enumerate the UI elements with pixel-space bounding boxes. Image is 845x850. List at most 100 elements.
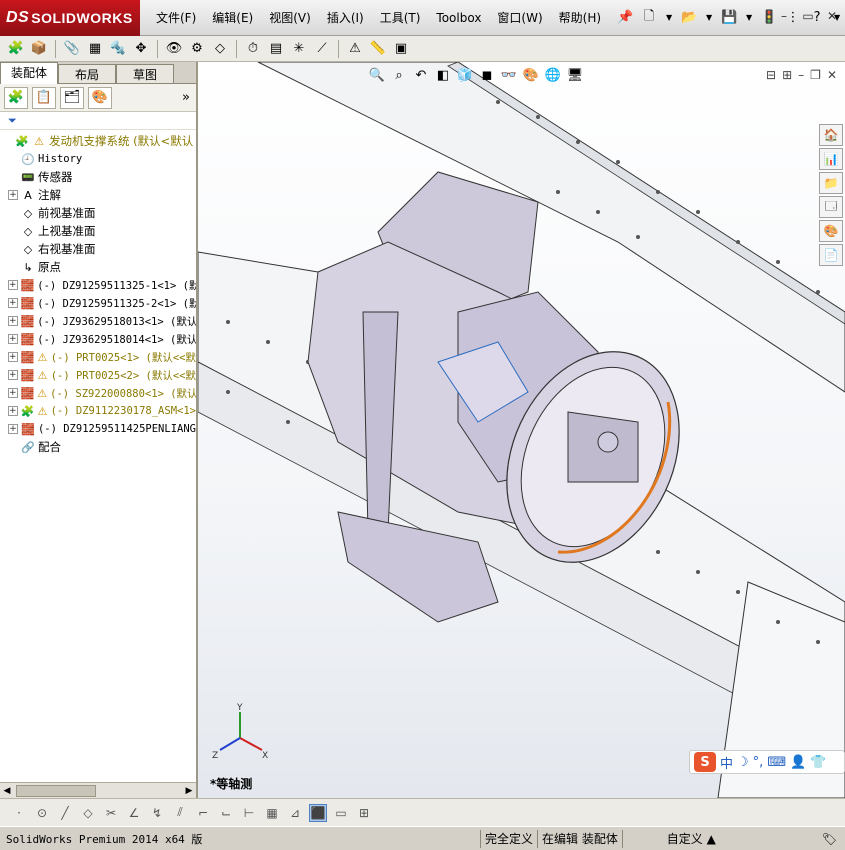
reference-geometry-icon[interactable]: ◇ [210, 39, 230, 59]
single-view-icon[interactable]: ▭ [332, 804, 350, 822]
menu-window[interactable]: 窗口(W) [489, 8, 550, 28]
double-chevron-right-icon[interactable]: » [182, 90, 190, 105]
four-view-icon[interactable]: ⊞ [355, 804, 373, 822]
restore-icon[interactable]: ❐ [810, 68, 821, 82]
scrollbar-thumb[interactable] [16, 784, 96, 797]
new-motion-study-icon[interactable]: ⏱ [243, 39, 263, 59]
zoom-area-icon[interactable]: ⌕ [390, 68, 408, 83]
point-icon[interactable]: · [10, 804, 28, 822]
design-library-icon[interactable]: 📊 [819, 148, 843, 170]
apply-scene-icon[interactable]: 🌐 [544, 68, 562, 83]
moon-icon[interactable]: ☽ [737, 755, 749, 770]
expand-toggle-icon[interactable]: + [8, 352, 18, 362]
relation-icon[interactable]: ⊿ [286, 804, 304, 822]
expand-toggle-icon[interactable]: + [8, 334, 18, 344]
expand-toggle-icon[interactable]: + [8, 406, 18, 416]
tab-assembly[interactable]: 装配体 [0, 62, 58, 84]
ime-mode[interactable]: 中 [720, 753, 733, 772]
tree-node[interactable]: + 🧱 (-) JZ93629518013<1> (默认 [0, 312, 196, 330]
shaded-view-icon[interactable]: ⬛ [309, 803, 327, 822]
display-manager-icon[interactable]: 🎨 [88, 86, 112, 109]
file-explorer-icon[interactable]: 📁 [819, 172, 843, 194]
tree-node[interactable]: + 🧩 ⚠ (-) DZ9112230178_ASM<1> [0, 402, 196, 420]
tree-node[interactable]: + 🧱 (-) DZ91259511325-2<1> (默 [0, 294, 196, 312]
tree-filter[interactable]: ⏷ [0, 112, 196, 130]
configuration-manager-icon[interactable]: 🗂 [60, 86, 84, 109]
open-folder-icon[interactable]: 📂 [679, 8, 699, 28]
pin-icon[interactable]: 📌 [615, 8, 635, 28]
tree-node[interactable]: ◇ 前视基准面 [0, 204, 196, 222]
linear-pattern-icon[interactable]: ▦ [85, 39, 105, 59]
tree-node[interactable]: + 🧱 ⚠ (-) SZ922000880<1> (默认 [0, 384, 196, 402]
grid-icon[interactable]: ▦ [263, 804, 281, 822]
appearances-icon[interactable]: 🎨 [819, 220, 843, 242]
filter-icon[interactable]: ⏷ [8, 114, 17, 128]
explode-line-sketch-icon[interactable]: ⟋ [312, 39, 332, 59]
solidworks-logo[interactable]: DS SOLIDWORKS [0, 0, 140, 36]
scroll-left-icon[interactable]: ◀ [0, 786, 14, 796]
instant3d-icon[interactable]: ▣ [391, 39, 411, 59]
previous-view-icon[interactable]: ↶ [412, 68, 430, 83]
maximize-icon[interactable]: ▭ [799, 8, 817, 24]
tab-sketch[interactable]: 草图 [116, 64, 174, 83]
mirror-icon[interactable]: ⫽ [171, 804, 189, 822]
save-icon[interactable]: 💾 [719, 8, 739, 28]
feature-manager-tree-icon[interactable]: 🧩 [4, 86, 28, 109]
split-icon[interactable]: ⊞ [782, 68, 792, 82]
chevron-down-icon[interactable]: ▼ [743, 8, 755, 28]
tree-node[interactable]: + 🧱 (-) DZ91259511325-1<1> (默 [0, 276, 196, 294]
move-component-icon[interactable]: ✥ [131, 39, 151, 59]
expand-toggle-icon[interactable]: + [8, 190, 18, 200]
tag-icon[interactable]: 🏷 [822, 832, 837, 846]
tree-node[interactable]: + 🧱 (-) JZ93629518014<1> (默认 [0, 330, 196, 348]
menu-toolbox[interactable]: Toolbox [428, 8, 489, 28]
tree-node[interactable]: 🧩 ⚠ 发动机支撑系统 (默认<默认 [0, 132, 196, 150]
assembly-model[interactable] [198, 62, 845, 798]
show-hidden-icon[interactable]: 👁 [164, 39, 184, 59]
chevron-down-icon[interactable]: ▼ [703, 8, 715, 28]
tree-node[interactable]: 🕘 History [0, 150, 196, 168]
sogou-logo-icon[interactable]: S [694, 752, 716, 772]
expand-toggle-icon[interactable]: + [8, 280, 18, 290]
expand-toggle-icon[interactable]: + [8, 298, 18, 308]
horizontal-scrollbar[interactable]: ◀ ▶ [0, 782, 196, 798]
angle-icon[interactable]: ∠ [125, 804, 143, 822]
tree-node[interactable]: + 🧱 ⚠ (-) PRT0025<1> (默认<<默 [0, 348, 196, 366]
expand-toggle-icon[interactable]: + [8, 388, 18, 398]
property-manager-icon[interactable]: 📋 [32, 86, 56, 109]
dimension-icon[interactable]: ⊢ [240, 804, 258, 822]
view-orientation-icon[interactable]: 🧊 [456, 68, 474, 83]
tab-layout[interactable]: 布局 [58, 64, 116, 83]
chamfer-icon[interactable]: ⌙ [217, 804, 235, 822]
keyboard-icon[interactable]: ⌨ [767, 755, 786, 770]
expand-toggle-icon[interactable]: + [8, 316, 18, 326]
minimize-icon[interactable]: – [775, 8, 793, 24]
menu-help[interactable]: 帮助(H) [551, 8, 609, 28]
tree-node[interactable]: ↳ 原点 [0, 258, 196, 276]
menu-view[interactable]: 视图(V) [261, 8, 319, 28]
mate-icon[interactable]: 📎 [62, 39, 82, 59]
expand-toggle-icon[interactable]: + [8, 370, 18, 380]
user-icon[interactable]: 👤 [790, 755, 806, 770]
circle-icon[interactable]: ⊙ [33, 804, 51, 822]
tree-node[interactable]: 🔗 配合 [0, 438, 196, 456]
polygon-icon[interactable]: ◇ [79, 804, 97, 822]
tree-node[interactable]: + 🧱 ⚠ (-) PRT0025<2> (默认<<默 [0, 366, 196, 384]
edit-component-icon[interactable]: 🧩 [6, 39, 26, 59]
expand-toggle-icon[interactable]: + [8, 424, 18, 434]
interference-detection-icon[interactable]: ⚠ [345, 39, 365, 59]
view-palette-icon[interactable]: 🗔 [819, 196, 843, 218]
trim-icon[interactable]: ✂ [102, 804, 120, 822]
punctuation-icon[interactable]: °, [753, 755, 764, 770]
tree-node[interactable]: + 🧱 (-) DZ91259511425PENLIANG [0, 420, 196, 438]
view-settings-icon[interactable]: 🖥 [566, 68, 584, 83]
chevron-down-icon[interactable]: ▼ [663, 8, 675, 28]
tree-node[interactable]: 📟 传感器 [0, 168, 196, 186]
edit-appearance-icon[interactable]: 🎨 [522, 68, 540, 83]
zoom-to-fit-icon[interactable]: 🔍 [368, 68, 386, 83]
scroll-right-icon[interactable]: ▶ [182, 786, 196, 796]
minimize-icon[interactable]: – [798, 68, 804, 82]
hide-show-items-icon[interactable]: 👓 [500, 68, 518, 83]
menu-file[interactable]: 文件(F) [148, 8, 204, 28]
menu-insert[interactable]: 插入(I) [319, 8, 372, 28]
